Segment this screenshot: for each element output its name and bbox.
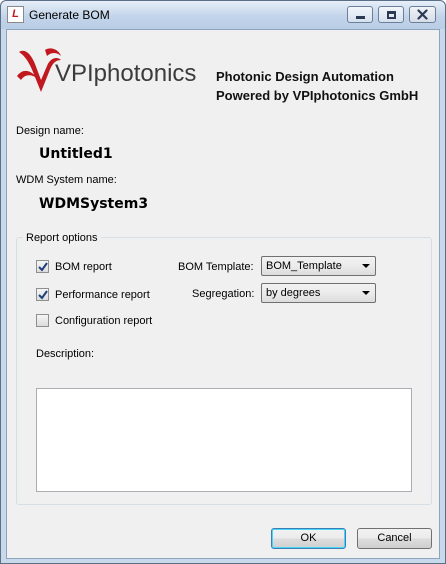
- app-icon: L: [7, 6, 24, 23]
- checkmark-icon: [37, 289, 48, 300]
- dialog-window: L Generate BOM VPIphotonics Photonic Des…: [0, 0, 446, 564]
- configuration-report-checkbox[interactable]: [36, 314, 49, 327]
- performance-report-label: Performance report: [55, 288, 150, 301]
- bom-template-label: BOM Template:: [178, 261, 254, 273]
- bom-report-checkbox-row[interactable]: BOM report: [36, 260, 112, 273]
- design-name-value: Untitled1: [39, 146, 113, 162]
- checkmark-icon: [37, 261, 48, 272]
- bom-report-label: BOM report: [55, 260, 112, 273]
- bom-template-value: BOM_Template: [266, 260, 342, 272]
- wdm-system-label: WDM System name:: [16, 174, 117, 186]
- description-textarea[interactable]: [36, 388, 412, 492]
- minimize-icon: [355, 16, 365, 19]
- performance-report-checkbox-row[interactable]: Performance report: [36, 288, 150, 301]
- configuration-report-checkbox-row[interactable]: Configuration report: [36, 314, 152, 327]
- dialog-body: VPIphotonics Photonic Design Automation …: [6, 29, 440, 559]
- close-button[interactable]: [409, 6, 436, 23]
- report-options-title: Report options: [23, 232, 101, 244]
- logo-wordmark: VPIphotonics: [55, 60, 197, 87]
- description-label: Description:: [36, 348, 95, 360]
- vpiphotonics-logo: VPIphotonics: [15, 44, 213, 96]
- bom-template-select[interactable]: BOM_Template: [261, 256, 376, 276]
- performance-report-checkbox[interactable]: [36, 288, 49, 301]
- maximize-icon: [386, 10, 396, 19]
- close-icon: [417, 9, 428, 20]
- segregation-value: by degrees: [266, 287, 321, 299]
- cancel-button[interactable]: Cancel: [357, 528, 432, 549]
- dropdown-arrow-icon: [362, 291, 370, 295]
- window-title: Generate BOM: [29, 8, 110, 22]
- segregation-label: Segregation:: [192, 288, 255, 300]
- wdm-system-value: WDMSystem3: [39, 196, 149, 212]
- tagline-line-1: Photonic Design Automation: [216, 69, 394, 84]
- title-bar[interactable]: L Generate BOM: [1, 1, 445, 29]
- dropdown-arrow-icon: [362, 264, 370, 268]
- bom-report-checkbox[interactable]: [36, 260, 49, 273]
- configuration-report-label: Configuration report: [55, 314, 153, 327]
- ok-button[interactable]: OK: [271, 528, 346, 549]
- tagline-line-2: Powered by VPIphotonics GmbH: [216, 88, 419, 103]
- maximize-button[interactable]: [378, 6, 404, 23]
- minimize-button[interactable]: [347, 6, 373, 23]
- segregation-select[interactable]: by degrees: [261, 283, 376, 303]
- design-name-label: Design name:: [16, 125, 84, 137]
